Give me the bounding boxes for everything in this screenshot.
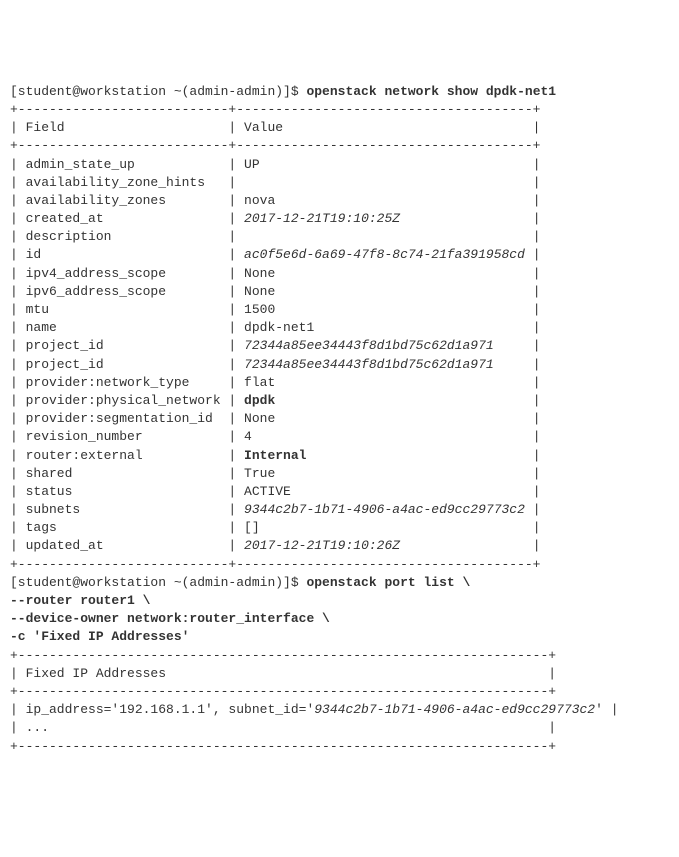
- terminal-line: [student@workstation ~(admin-admin)]$ op…: [10, 83, 669, 101]
- command-input: --device-owner network:router_interface …: [10, 611, 330, 626]
- terminal-line: | ... |: [10, 719, 669, 737]
- terminal-line: +---------------------------------------…: [10, 647, 669, 665]
- terminal-line: +---------------------------------------…: [10, 683, 669, 701]
- terminal-output: [student@workstation ~(admin-admin)]$ op…: [10, 83, 669, 756]
- terminal-line: | ip_address='192.168.1.1', subnet_id='9…: [10, 701, 669, 719]
- table-value: 72344a85ee34443f8d1bd75c62d1a971: [244, 357, 525, 372]
- terminal-line: | tags | [] |: [10, 519, 669, 537]
- table-value: [244, 175, 525, 190]
- terminal-line: | updated_at | 2017-12-21T19:10:26Z |: [10, 537, 669, 555]
- table-value: 2017-12-21T19:10:25Z: [244, 211, 525, 226]
- terminal-line: | description | |: [10, 228, 669, 246]
- table-value: None: [244, 411, 525, 426]
- terminal-line: | shared | True |: [10, 465, 669, 483]
- table-value: True: [244, 466, 525, 481]
- table-value: None: [244, 284, 525, 299]
- subnet-id: 9344c2b7-1b71-4906-a4ac-ed9cc29773c2: [314, 702, 595, 717]
- terminal-line: | router:external | Internal |: [10, 447, 669, 465]
- table-value: nova: [244, 193, 525, 208]
- terminal-line: +---------------------------+-----------…: [10, 101, 669, 119]
- command-input: openstack port list \: [306, 575, 470, 590]
- terminal-line: | provider:network_type | flat |: [10, 374, 669, 392]
- terminal-line: | Fixed IP Addresses |: [10, 665, 669, 683]
- terminal-line: -c 'Fixed IP Addresses': [10, 628, 669, 646]
- terminal-line: | project_id | 72344a85ee34443f8d1bd75c6…: [10, 337, 669, 355]
- terminal-line: | Field | Value |: [10, 119, 669, 137]
- table-value: 1500: [244, 302, 525, 317]
- table-value: UP: [244, 157, 525, 172]
- table-value: 72344a85ee34443f8d1bd75c62d1a971: [244, 338, 525, 353]
- table-value: [244, 229, 525, 244]
- terminal-line: | availability_zone_hints | |: [10, 174, 669, 192]
- table-value: None: [244, 266, 525, 281]
- table-value: flat: [244, 375, 525, 390]
- table-value: ACTIVE: [244, 484, 525, 499]
- terminal-line: | provider:physical_network | dpdk |: [10, 392, 669, 410]
- terminal-line: | ipv4_address_scope | None |: [10, 265, 669, 283]
- terminal-line: | availability_zones | nova |: [10, 192, 669, 210]
- command-input: openstack network show dpdk-net1: [306, 84, 556, 99]
- terminal-line: | created_at | 2017-12-21T19:10:25Z |: [10, 210, 669, 228]
- command-input: -c 'Fixed IP Addresses': [10, 629, 189, 644]
- terminal-line: | subnets | 9344c2b7-1b71-4906-a4ac-ed9c…: [10, 501, 669, 519]
- command-input: --router router1 \: [10, 593, 150, 608]
- table-value: []: [244, 520, 525, 535]
- terminal-line: +---------------------------+-----------…: [10, 137, 669, 155]
- table-value: dpdk-net1: [244, 320, 525, 335]
- terminal-line: | id | ac0f5e6d-6a69-47f8-8c74-21fa39195…: [10, 246, 669, 264]
- terminal-line: | revision_number | 4 |: [10, 428, 669, 446]
- table-value: dpdk: [244, 393, 525, 408]
- terminal-line: +---------------------------------------…: [10, 738, 669, 756]
- terminal-line: | ipv6_address_scope | None |: [10, 283, 669, 301]
- table-value: Internal: [244, 448, 525, 463]
- terminal-line: | project_id | 72344a85ee34443f8d1bd75c6…: [10, 356, 669, 374]
- terminal-line: --device-owner network:router_interface …: [10, 610, 669, 628]
- table-value: 9344c2b7-1b71-4906-a4ac-ed9cc29773c2: [244, 502, 525, 517]
- terminal-line: | provider:segmentation_id | None |: [10, 410, 669, 428]
- table-value: 2017-12-21T19:10:26Z: [244, 538, 525, 553]
- terminal-line: | admin_state_up | UP |: [10, 156, 669, 174]
- terminal-line: | status | ACTIVE |: [10, 483, 669, 501]
- terminal-line: | mtu | 1500 |: [10, 301, 669, 319]
- terminal-line: +---------------------------+-----------…: [10, 556, 669, 574]
- table-value: ac0f5e6d-6a69-47f8-8c74-21fa391958cd: [244, 247, 525, 262]
- terminal-line: [student@workstation ~(admin-admin)]$ op…: [10, 574, 669, 592]
- table-value: 4: [244, 429, 525, 444]
- terminal-line: --router router1 \: [10, 592, 669, 610]
- terminal-line: | name | dpdk-net1 |: [10, 319, 669, 337]
